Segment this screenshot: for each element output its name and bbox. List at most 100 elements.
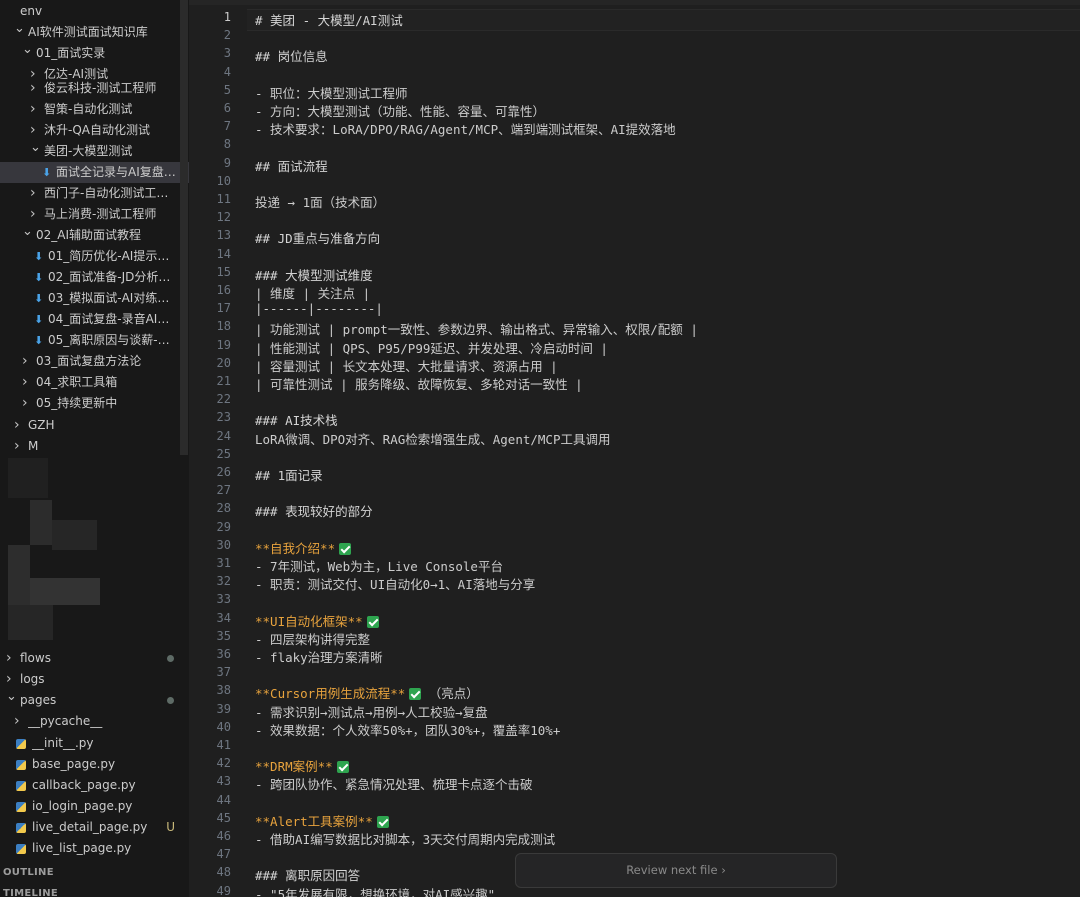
code-line-text: - 四层架构讲得完整 [255,631,371,647]
code-line[interactable]: **DRM案例** [255,756,349,775]
tree-item[interactable]: › __pycache__ [0,711,189,732]
code-line[interactable]: - 效果数据：个人效率50%+，团队30%+，覆盖率10%+ [255,720,560,739]
code-line[interactable]: # 美团 - 大模型/AI测试 [255,10,403,29]
code-line[interactable]: | 维度 | 关注点 | [255,283,370,302]
tree-item[interactable]: › 沐升-QA自动化测试 [0,120,189,141]
tree-item[interactable]: ⬇ 04_面试复盘-录音AI分析... [0,309,189,330]
code-line[interactable]: - 需求识别→测试点→用例→人工校验→复盘 [255,702,488,721]
python-file-icon [16,823,26,833]
code-line[interactable]: ### 离职原因回答 [255,865,360,884]
tree-item[interactable]: ⌄ 02_AI辅助面试教程 [0,225,189,246]
editor-pane[interactable]: 1 2 3 4 5 6 7 8 9 10 11 12 13 14 15 16 17 18 19 20 21 22 23 24 2… [189,0,1080,897]
code-line[interactable]: | 可靠性测试 | 服务降级、故障恢复、多轮对话一致性 | [255,374,583,393]
tree-item[interactable]: ⬇ 05_离职原因与谈薪-话术... [0,330,189,351]
code-line-text: - 方向：大模型测试（功能、性能、容量、可靠性） [255,104,546,119]
tree-item-label: 俊云科技-测试工程师 [44,81,157,95]
line-number: 25 [216,446,231,461]
tree-item-label: live_list_page.py [32,841,132,855]
line-number: 20 [216,355,231,370]
code-line-text: ### 离职原因回答 [255,868,361,884]
tree-item[interactable]: › 03_面试复盘方法论 [0,351,189,372]
line-number: 18 [216,319,231,334]
code-line-text: LoRA微调、DPO对齐、RAG检索增强生成、Agent/MCP工具调用 [255,431,611,447]
code-line[interactable]: LoRA微调、DPO对齐、RAG检索增强生成、Agent/MCP工具调用 [255,429,611,448]
tree-item-label: __init__.py [32,736,94,750]
markdown-download-icon: ⬇ [42,166,52,179]
tree-item[interactable]: › GZH [0,415,189,436]
code-line[interactable]: - 7年测试，Web为主，Live Console平台 [255,556,503,575]
line-number: 39 [216,701,231,716]
tree-item[interactable]: › 西门子-自动化测试工程师 [0,183,189,204]
code-line[interactable]: **Cursor用例生成流程** （亮点） [255,683,479,702]
code-line[interactable]: ## 岗位信息 [255,46,328,65]
line-number: 38 [216,683,231,698]
code-line[interactable]: **自我介绍** [255,538,352,557]
tree-item[interactable]: › logs [0,669,189,690]
tree-item[interactable]: live_list_page.py [0,838,189,859]
code-line[interactable]: **Alert工具案例** [255,811,389,830]
code-line[interactable]: **UI自动化框架** [255,611,379,630]
tree-item[interactable]: ⬇ 面试全记录与AI复盘.md [0,162,189,183]
tree-item[interactable]: › 俊云科技-测试工程师 [0,78,189,99]
code-line[interactable]: ### AI技术栈 [255,410,338,429]
code-line-text: | 容量测试 | 长文本处理、大批量请求、资源占用 | [255,358,558,374]
code-line[interactable]: | 性能测试 | QPS、P95/P99延迟、并发处理、冷启动时间 | [255,338,608,357]
code-line[interactable]: |------|--------| [255,301,383,316]
code-line-text: - 职位：大模型测试工程师 [255,85,408,101]
tree-item[interactable]: ⬇ 01_简历优化-AI提示词与... [0,246,189,267]
code-line-text: ### AI技术栈 [255,413,338,429]
outline-section[interactable]: OUTLINE [3,864,54,882]
tree-item[interactable]: › flows [0,648,189,669]
code-line[interactable]: | 容量测试 | 长文本处理、大批量请求、资源占用 | [255,356,558,375]
chevron-down-icon: ⌄ [22,43,33,57]
tree-item[interactable]: › 04_求职工具箱 [0,372,189,393]
code-line[interactable]: ## 面试流程 [255,156,328,175]
tree-item[interactable]: › 马上消费-测试工程师 [0,204,189,225]
explorer-sidebar: env ⌄ AI软件测试面试知识库 ⌄ 01_面试实录 › 亿达-AI测试 › 俊云科技-测试工… [0,0,189,897]
sidebar-scrollbar[interactable] [180,0,188,455]
code-line[interactable]: - "5年发展有限，想换环境，对AI感兴趣" [255,884,495,897]
code-line[interactable]: - 四层架构讲得完整 [255,629,370,648]
line-number: 24 [216,428,231,443]
check-mark-icon [336,761,349,774]
review-next-file-button[interactable]: Review next file › [515,853,837,888]
code-line-text: **Alert工具案例** [255,813,373,829]
tree-item[interactable]: ⌄ 美团-大模型测试 [0,141,189,162]
tree-item[interactable]: ⌄ AI软件测试面试知识库 [0,22,189,43]
code-line[interactable]: 投递 → 1面（技术面） [255,192,385,211]
tree-item[interactable]: ⬇ 03_模拟面试-AI对练实操... [0,288,189,309]
tree-item[interactable]: › 智策-自动化测试 [0,99,189,120]
code-line[interactable]: ### 表现较好的部分 [255,501,373,520]
modified-dot [167,655,174,662]
code-line[interactable]: ### 大模型测试维度 [255,265,373,284]
redacted-block [30,578,100,605]
line-number: 4 [223,64,231,79]
code-line[interactable]: - 职责：测试交付、UI自动化0→1、AI落地与分享 [255,574,535,593]
tree-item[interactable]: › 05_持续更新中 [0,393,189,414]
tree-item[interactable]: __init__.py [0,733,189,754]
tree-item[interactable]: env [0,1,189,22]
code-line[interactable]: - flaky治理方案清晰 [255,647,383,666]
code-line-text: ## 面试流程 [255,158,328,174]
tree-item[interactable]: live_detail_page.py U [0,817,189,838]
tree-item[interactable]: ⬇ 02_面试准备-JD分析与定... [0,267,189,288]
tree-item[interactable]: callback_page.py [0,775,189,796]
tree-item[interactable]: ⌄ pages [0,690,189,711]
code-line[interactable]: - 技术要求：LoRA/DPO/RAG/Agent/MCP、端到端测试框架、AI… [255,119,676,138]
line-number: 32 [216,574,231,589]
code-line[interactable]: - 方向：大模型测试（功能、性能、容量、可靠性） [255,101,545,120]
code-line-text: - 效果数据：个人效率50%+，团队30%+，覆盖率10%+ [255,722,561,738]
code-line[interactable]: - 职位：大模型测试工程师 [255,83,408,102]
tree-item-label: 面试全记录与AI复盘.md [56,165,176,179]
tree-item[interactable]: ⌄ 01_面试实录 [0,43,189,64]
tree-item[interactable]: base_page.py [0,754,189,775]
code-line[interactable]: ## JD重点与准备方向 [255,228,380,247]
timeline-section[interactable]: TIMELINE [3,885,58,897]
tree-item[interactable]: io_login_page.py [0,796,189,817]
chevron-down-icon: ⌄ [22,225,33,239]
code-line[interactable]: - 借助AI编写数据比对脚本，3天交付周期内完成测试 [255,829,555,848]
tree-item[interactable]: › M [0,436,189,457]
code-line[interactable]: - 跨团队协作、紧急情况处理、梳理卡点逐个击破 [255,774,533,793]
code-line[interactable]: | 功能测试 | prompt一致性、参数边界、输出格式、异常输入、权限/配额 … [255,319,698,338]
code-line[interactable]: ## 1面记录 [255,465,323,484]
